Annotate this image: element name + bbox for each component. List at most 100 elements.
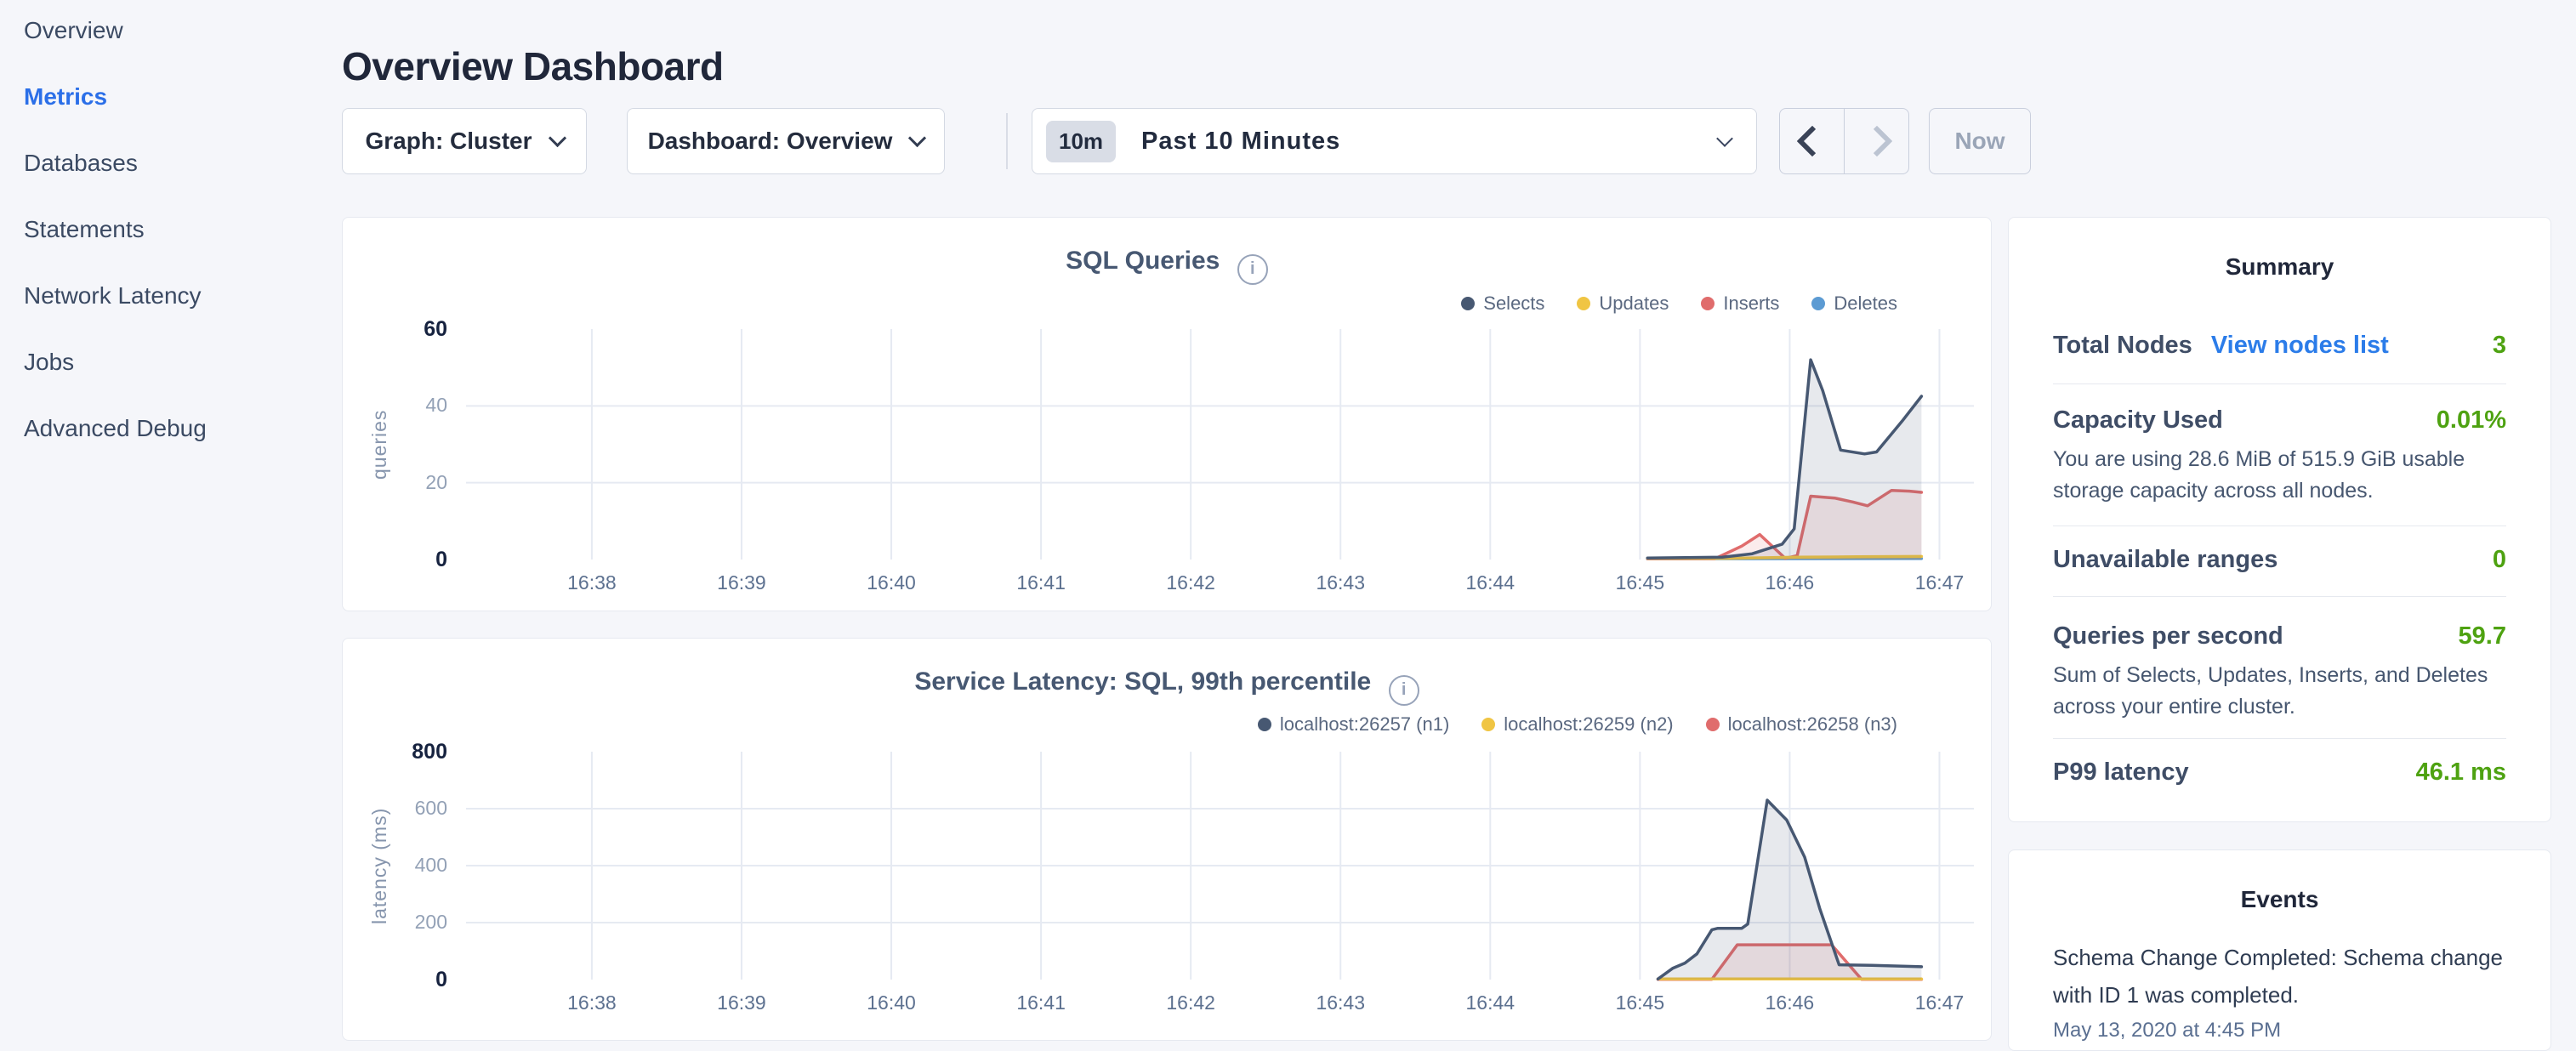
total-nodes-label: Total Nodes [2053, 332, 2192, 360]
x-axis-tick: 16:45 [1589, 571, 1691, 594]
dashboard-dropdown-value: Dashboard: Overview [648, 128, 893, 155]
y-axis-tick: 40 [379, 394, 447, 417]
page-title: Overview Dashboard [342, 43, 724, 89]
legend-dot-icon [1701, 297, 1714, 310]
legend-label: localhost:26258 (n3) [1728, 713, 1897, 736]
legend-dot-icon [1577, 297, 1590, 310]
x-axis-tick: 16:43 [1289, 571, 1391, 594]
time-range-picker[interactable]: 10m Past 10 Minutes [1032, 108, 1757, 174]
x-axis-tick: 16:46 [1738, 571, 1840, 594]
y-axis-tick: 60 [379, 317, 447, 342]
summary-title: Summary [2009, 253, 2550, 281]
events-title: Events [2009, 886, 2550, 913]
graph-dropdown[interactable]: Graph: Cluster [342, 108, 587, 174]
unavailable-ranges-label: Unavailable ranges [2053, 546, 2277, 574]
x-axis-tick: 16:44 [1439, 991, 1541, 1014]
x-axis-tick: 16:47 [1889, 991, 1991, 1014]
sql-queries-chart-card: SQL Queries i SelectsUpdatesInsertsDelet… [342, 217, 1992, 611]
info-icon[interactable]: i [1389, 675, 1419, 706]
legend-label: localhost:26259 (n2) [1504, 713, 1673, 736]
chevron-left-icon [1796, 126, 1828, 157]
legend-dot-icon [1706, 718, 1720, 731]
unavailable-ranges-value: 0 [2493, 546, 2506, 574]
view-nodes-list-link[interactable]: View nodes list [2211, 332, 2389, 360]
controls-divider [1006, 113, 1008, 169]
time-range-label: Past 10 Minutes [1141, 128, 1340, 156]
sidebar: Overview Metrics Databases Statements Ne… [0, 0, 342, 1051]
summary-row-total-nodes: Total Nodes View nodes list 3 [2053, 332, 2506, 360]
legend-label: Inserts [1723, 293, 1779, 315]
prev-timerange-button[interactable] [1780, 109, 1845, 173]
chevron-down-icon [548, 128, 566, 146]
next-timerange-button[interactable] [1845, 109, 1908, 173]
sidebar-item-advanced-debug[interactable]: Advanced Debug [24, 416, 342, 441]
legend-item: localhost:26258 (n3) [1706, 713, 1897, 736]
y-axis-tick: 600 [379, 797, 447, 820]
sidebar-item-statements[interactable]: Statements [24, 217, 342, 242]
now-button[interactable]: Now [1929, 108, 2031, 174]
queries-per-second-value: 59.7 [2459, 622, 2506, 650]
sidebar-item-network-latency[interactable]: Network Latency [24, 283, 342, 309]
y-axis-tick: 0 [379, 968, 447, 992]
x-axis-tick: 16:42 [1140, 571, 1242, 594]
y-axis-tick: 0 [379, 548, 447, 572]
time-pager [1779, 108, 1909, 174]
x-axis-tick: 16:41 [990, 571, 1092, 594]
sidebar-item-overview[interactable]: Overview [24, 18, 342, 43]
legend-label: Updates [1599, 293, 1669, 315]
y-axis-tick: 200 [379, 911, 447, 934]
divider [2053, 738, 2506, 739]
chevron-down-icon [1716, 130, 1733, 147]
p99-latency-label: P99 latency [2053, 758, 2189, 787]
events-panel: Events Schema Change Completed: Schema c… [2008, 849, 2551, 1051]
x-axis-tick: 16:40 [840, 991, 942, 1014]
x-axis-tick: 16:42 [1140, 991, 1242, 1014]
x-axis-tick: 16:41 [990, 991, 1092, 1014]
legend-item: localhost:26259 (n2) [1481, 713, 1673, 736]
legend-item: Deletes [1811, 293, 1897, 315]
x-axis-tick: 16:40 [840, 571, 942, 594]
legend-item: Updates [1577, 293, 1669, 315]
x-axis-tick: 16:39 [691, 991, 793, 1014]
event-message[interactable]: Schema Change Completed: Schema change w… [2053, 939, 2529, 1014]
legend-item: localhost:26257 (n1) [1258, 713, 1449, 736]
sidebar-item-databases[interactable]: Databases [24, 151, 342, 176]
sidebar-item-metrics[interactable]: Metrics [24, 84, 342, 110]
sidebar-item-jobs[interactable]: Jobs [24, 349, 342, 375]
time-range-badge: 10m [1046, 121, 1116, 162]
x-axis-tick: 16:39 [691, 571, 793, 594]
x-axis-tick: 16:38 [541, 571, 643, 594]
legend-item: Inserts [1701, 293, 1779, 315]
x-axis-tick: 16:38 [541, 991, 643, 1014]
summary-panel: Summary Total Nodes View nodes list 3 Ca… [2008, 217, 2551, 822]
y-axis-tick: 20 [379, 471, 447, 494]
legend-label: Deletes [1834, 293, 1897, 315]
chart-legend: localhost:26257 (n1) localhost:26259 (n2)… [1258, 713, 1897, 736]
chevron-right-icon [1861, 126, 1892, 157]
legend-dot-icon [1481, 718, 1495, 731]
graph-dropdown-value: Graph: Cluster [365, 128, 532, 155]
total-nodes-value: 3 [2493, 332, 2506, 360]
capacity-used-description: You are using 28.6 MiB of 515.9 GiB usab… [2053, 444, 2516, 507]
x-axis-tick: 16:47 [1889, 571, 1991, 594]
summary-row-qps: Queries per second 59.7 [2053, 622, 2506, 650]
y-axis-label: queries [368, 329, 391, 560]
queries-per-second-description: Sum of Selects, Updates, Inserts, and De… [2053, 660, 2516, 723]
y-axis-tick: 800 [379, 740, 447, 764]
legend-item: Selects [1461, 293, 1544, 315]
capacity-used-label: Capacity Used [2053, 406, 2223, 435]
chart-title: Service Latency: SQL, 99th percentile [914, 668, 1371, 696]
x-axis-tick: 16:44 [1439, 571, 1541, 594]
x-axis-tick: 16:43 [1289, 991, 1391, 1014]
legend-dot-icon [1461, 297, 1475, 310]
divider [2053, 383, 2506, 384]
dashboard-dropdown[interactable]: Dashboard: Overview [627, 108, 945, 174]
summary-row-unavailable-ranges: Unavailable ranges 0 [2053, 546, 2506, 574]
legend-label: localhost:26257 (n1) [1280, 713, 1449, 736]
chart-plot-area[interactable] [466, 329, 1974, 560]
chart-plot-area[interactable] [466, 752, 1974, 980]
summary-row-capacity: Capacity Used 0.01% [2053, 406, 2506, 435]
queries-per-second-label: Queries per second [2053, 622, 2283, 650]
info-icon[interactable]: i [1237, 254, 1268, 285]
event-timestamp: May 13, 2020 at 4:45 PM [2053, 1019, 2281, 1042]
